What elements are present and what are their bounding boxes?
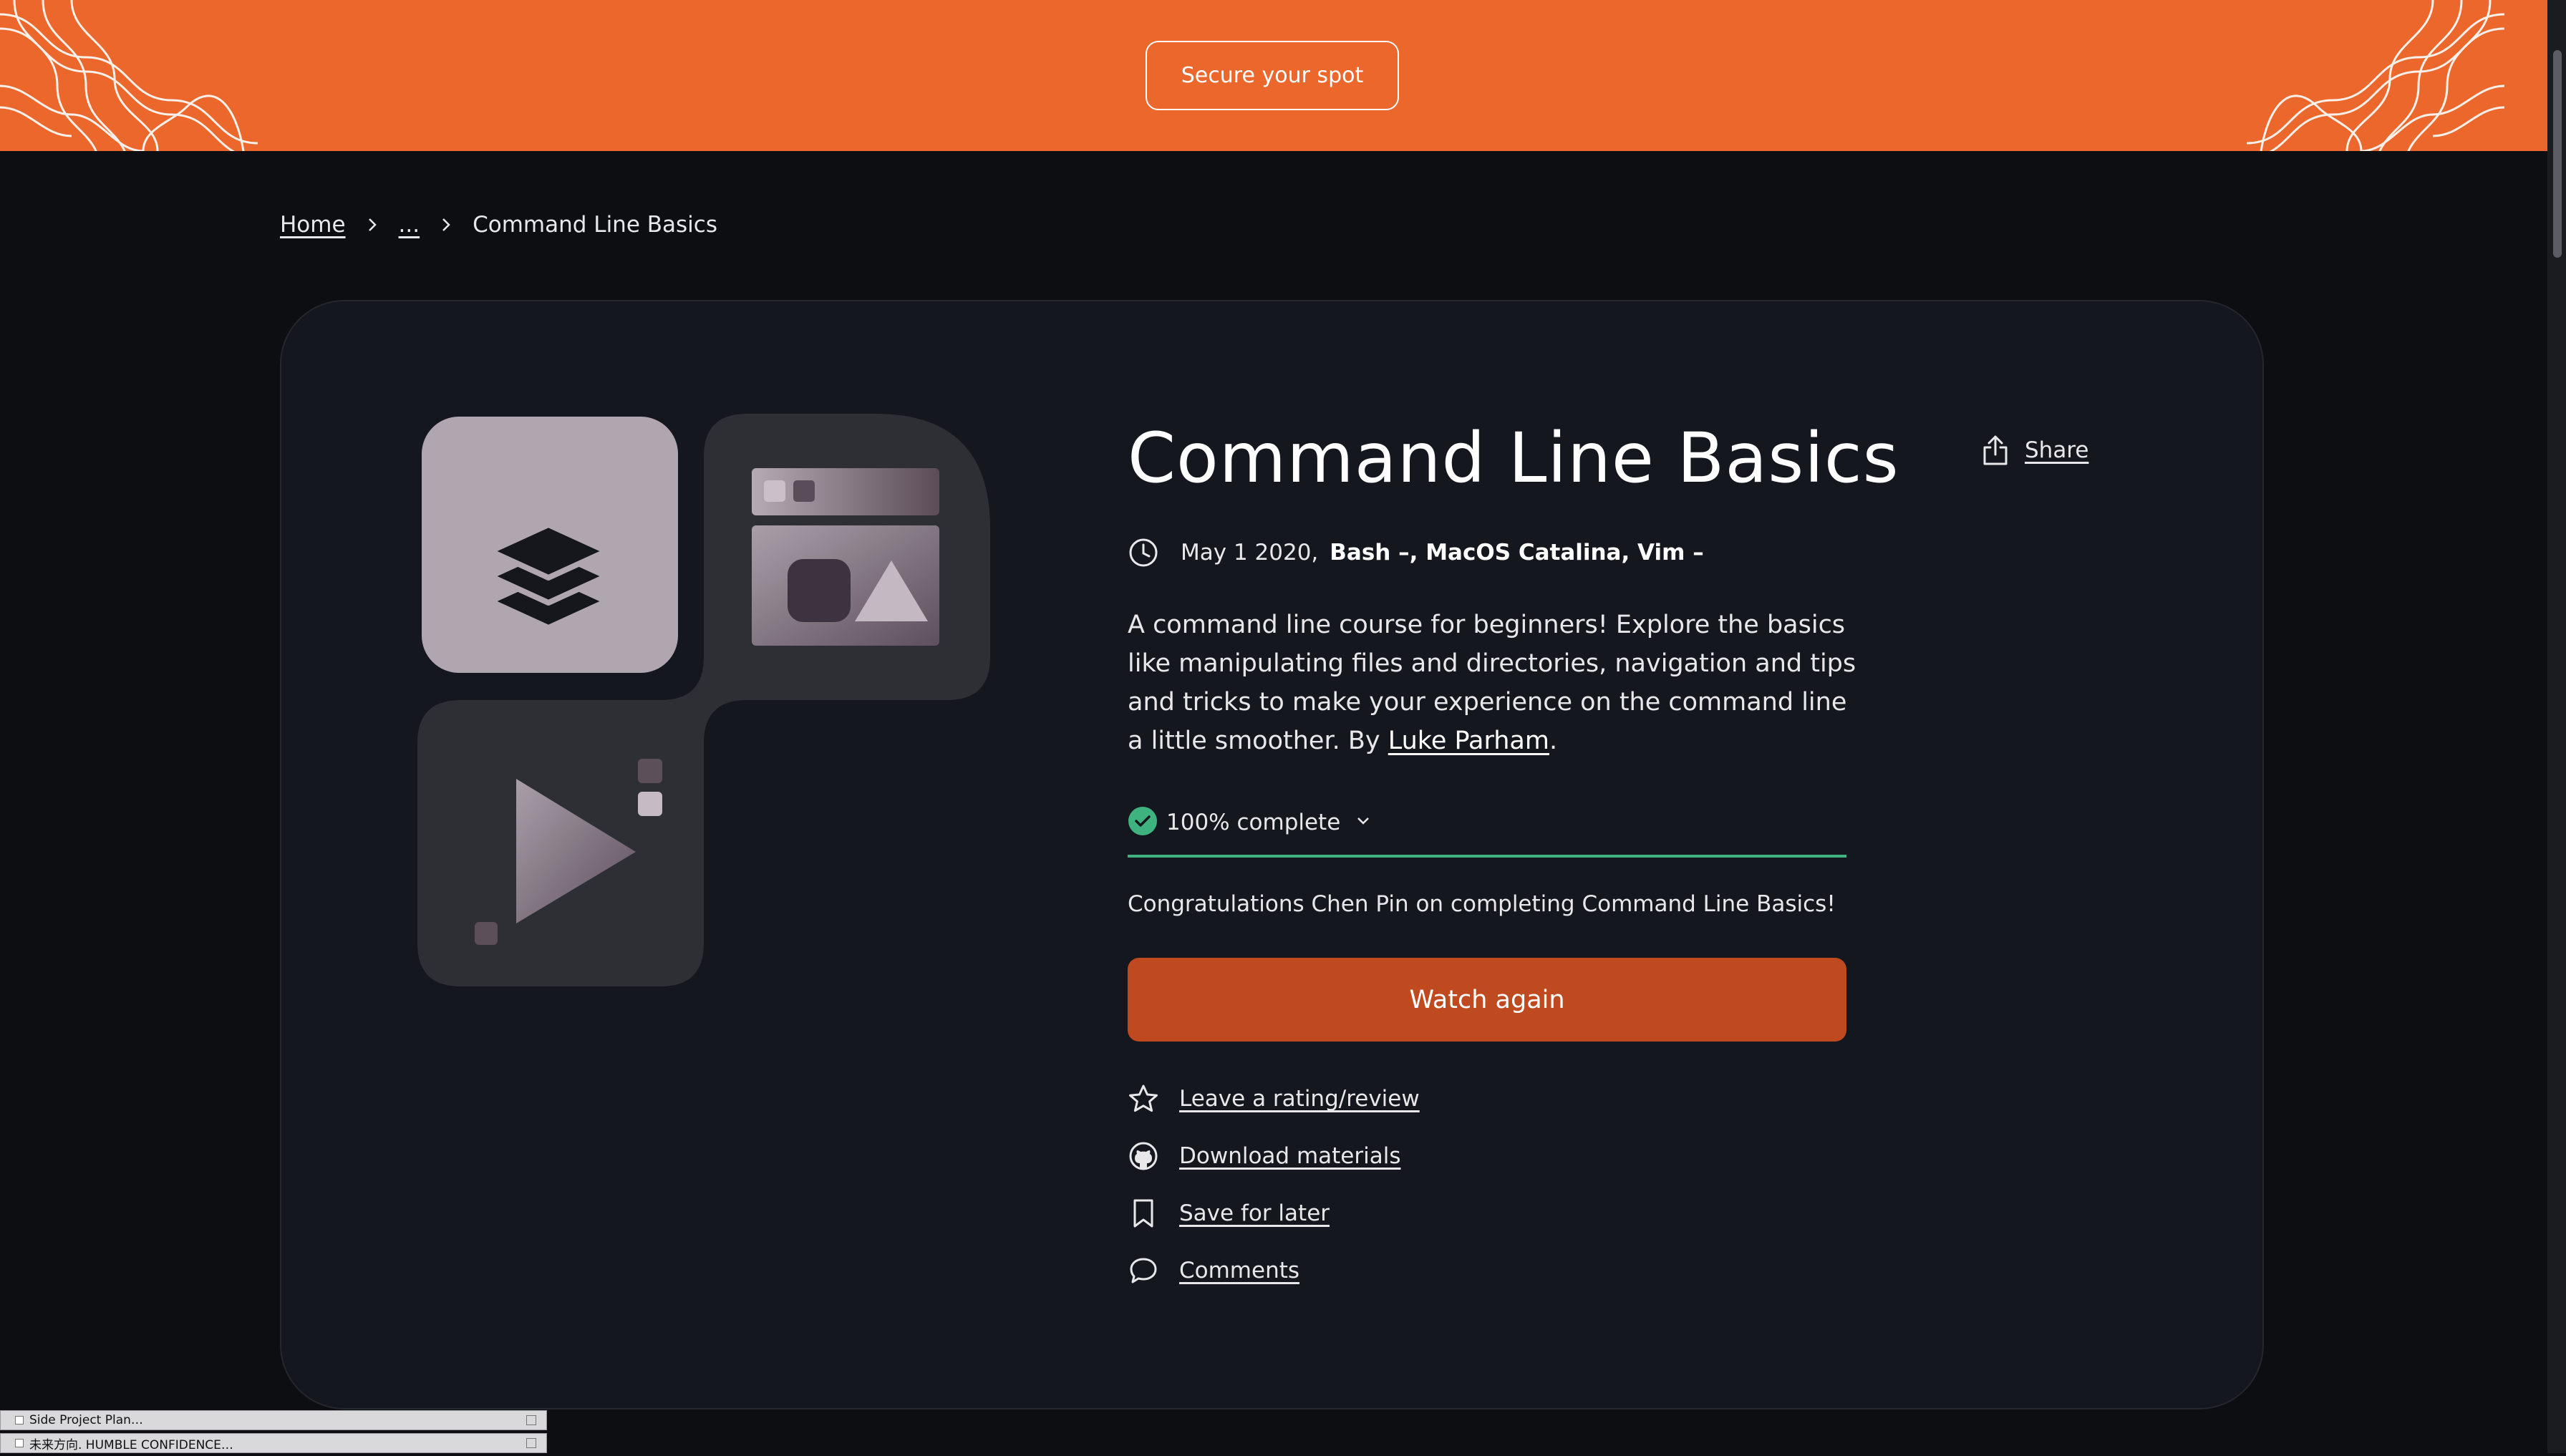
breadcrumb-ellipsis-link[interactable]: ...	[399, 212, 420, 238]
description-end: .	[1549, 727, 1558, 755]
watch-again-button[interactable]: Watch again	[1128, 958, 1846, 1042]
chevron-right-icon	[438, 217, 454, 233]
course-actions: Leave a rating/review Download materials…	[1128, 1081, 1420, 1310]
breadcrumb-current: Command Line Basics	[473, 212, 717, 238]
save-for-later-label: Save for later	[1179, 1200, 1330, 1226]
comments-label: Comments	[1179, 1258, 1300, 1283]
layers-icon	[488, 522, 609, 631]
course-tags: Bash –, MacOS Catalina, Vim –	[1330, 540, 1704, 566]
course-illustration	[417, 414, 990, 986]
leave-review-link[interactable]: Leave a rating/review	[1128, 1081, 1420, 1117]
minimized-window-item[interactable]: 未来方向. HUMBLE CONFIDENCE…	[0, 1433, 547, 1453]
github-icon	[1128, 1140, 1159, 1172]
progress-dropdown[interactable]: 100% complete	[1128, 806, 1846, 858]
course-description: A command line course for beginners! Exp…	[1128, 606, 1858, 760]
clock-icon	[1129, 538, 1158, 567]
minimized-window-title: Side Project Plan…	[29, 1413, 143, 1427]
download-materials-label: Download materials	[1179, 1143, 1401, 1169]
page-scrollbar[interactable]	[2547, 0, 2566, 1453]
save-for-later-link[interactable]: Save for later	[1128, 1195, 1420, 1231]
course-date: May 1 2020,	[1181, 540, 1319, 566]
banner-decoration-right	[2247, 0, 2504, 151]
comment-icon	[1128, 1255, 1159, 1286]
check-circle-icon	[1128, 807, 1157, 835]
secure-spot-button[interactable]: Secure your spot	[1146, 41, 1399, 110]
comments-link[interactable]: Comments	[1128, 1253, 1420, 1288]
promo-banner: Secure your spot	[0, 0, 2547, 151]
share-icon	[1983, 435, 2008, 465]
completion-message: Congratulations Chen Pin on completing C…	[1128, 891, 1836, 917]
chevron-right-icon	[364, 217, 380, 233]
restore-icon[interactable]	[526, 1415, 536, 1425]
leave-review-label: Leave a rating/review	[1179, 1086, 1420, 1112]
restore-icon[interactable]	[526, 1438, 536, 1448]
bookmark-icon	[1128, 1198, 1159, 1229]
author-link[interactable]: Luke Parham	[1388, 727, 1549, 755]
scrollbar-thumb[interactable]	[2553, 50, 2562, 258]
share-label: Share	[2025, 437, 2089, 463]
window-icon	[15, 1416, 24, 1425]
progress-label: 100% complete	[1166, 810, 1341, 835]
breadcrumb: Home ... Command Line Basics	[280, 212, 717, 238]
minimized-windows: Side Project Plan… 未来方向. HUMBLE CONFIDEN…	[0, 1410, 547, 1456]
minimized-window-title: 未来方向. HUMBLE CONFIDENCE…	[29, 1437, 233, 1452]
banner-decoration-left	[0, 0, 258, 151]
star-icon	[1128, 1083, 1159, 1115]
minimized-window-item[interactable]: Side Project Plan…	[0, 1410, 547, 1430]
breadcrumb-home-link[interactable]: Home	[280, 212, 346, 238]
course-title: Command Line Basics	[1128, 418, 1899, 498]
course-meta: May 1 2020, Bash –, MacOS Catalina, Vim …	[1128, 537, 1704, 568]
window-icon	[15, 1439, 24, 1447]
download-materials-link[interactable]: Download materials	[1128, 1138, 1420, 1174]
share-button[interactable]: Share	[1980, 435, 2088, 466]
chevron-down-icon	[1357, 817, 1370, 825]
